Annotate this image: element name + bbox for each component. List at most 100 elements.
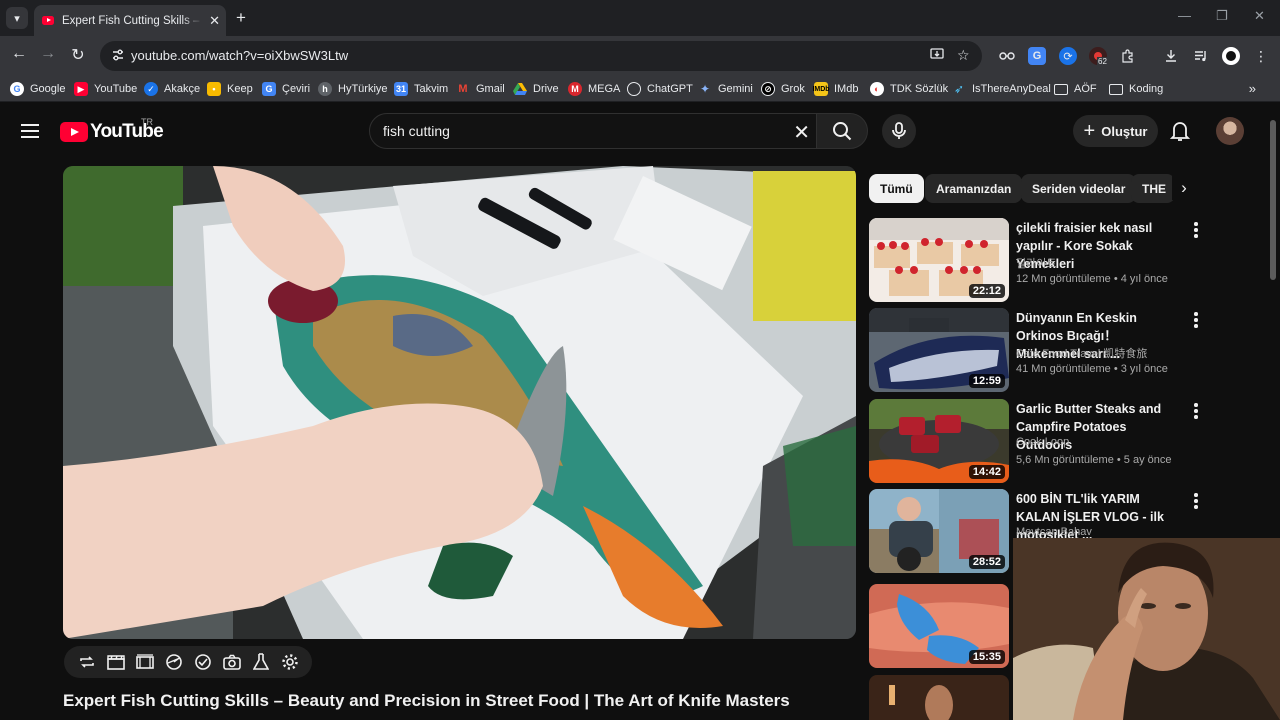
bookmark-hyturkiye[interactable]: h HyTürkiye [318, 81, 388, 97]
microphone-icon [892, 122, 906, 139]
bookmark-label: ChatGPT [647, 83, 693, 95]
bookmark-mega[interactable]: M MEGA [568, 81, 620, 97]
channel-name[interactable]: 딜라이트 [1016, 255, 1056, 271]
more-actions-icon[interactable] [1193, 312, 1199, 330]
speed-check-icon[interactable] [193, 652, 213, 672]
loop-icon[interactable] [77, 652, 97, 672]
folder-icon [1109, 83, 1123, 95]
profile-avatar-icon[interactable] [1222, 47, 1240, 65]
recommendation-item[interactable]: 12:59 Dünyanın En Keskin Orkinos Bıçağı！… [869, 308, 1199, 392]
bookmark-folder-aof[interactable]: AÖF [1054, 81, 1097, 97]
account-avatar[interactable] [1216, 117, 1244, 145]
more-actions-icon[interactable] [1193, 403, 1199, 421]
clapperboard-icon[interactable] [106, 652, 126, 672]
address-bar[interactable]: youtube.com/watch?v=oiXbwSW3Ltw ☆ [100, 41, 982, 71]
bookmark-drive[interactable]: Drive [513, 81, 559, 97]
extension-circle-icon[interactable]: ⟳ [1059, 47, 1077, 65]
bookmark-akakce[interactable]: ✓ Akakçe [144, 81, 200, 97]
bookmarks-bar: G Google ▶ YouTube ✓ Akakçe • Keep G Çeviri h… [0, 76, 1280, 102]
video-thumbnail[interactable]: 12:59 [869, 308, 1009, 392]
create-button[interactable]: + Oluştur [1073, 115, 1158, 147]
bookmark-imdb[interactable]: IMDb IMdb [812, 81, 858, 97]
chip-series-videos[interactable]: Seriden videolar [1021, 174, 1137, 203]
extension-badge-icon[interactable]: 62 [1089, 47, 1108, 66]
site-info-icon[interactable] [110, 48, 126, 64]
restore-icon[interactable]: ❐ [1216, 8, 1228, 24]
bookmark-gmail[interactable]: M Gmail [456, 81, 504, 97]
bookmark-grok[interactable]: ⊘ Grok [761, 81, 805, 97]
flask-icon[interactable] [251, 652, 271, 672]
speed-dial-icon[interactable] [164, 652, 184, 672]
video-player[interactable] [63, 166, 856, 639]
media-controls-icon[interactable] [1192, 47, 1210, 65]
youtube-logo[interactable]: YouTube TR [60, 117, 164, 142]
video-duration: 12:59 [968, 374, 1005, 388]
gmail-icon: M [458, 83, 468, 95]
video-thumbnail[interactable] [869, 675, 1009, 720]
chevron-right-icon[interactable]: › [1172, 176, 1196, 200]
video-duration: 22:12 [968, 284, 1005, 298]
pip-frame [1013, 538, 1280, 720]
guide-menu-icon[interactable] [21, 124, 39, 142]
film-strip-icon[interactable] [135, 652, 155, 672]
install-app-icon[interactable] [930, 47, 944, 64]
chip-from-search[interactable]: Aramanızdan [925, 174, 1023, 203]
bookmark-youtube[interactable]: ▶ YouTube [74, 81, 137, 97]
picture-in-picture-overlay[interactable] [1013, 538, 1280, 720]
browser-menu-icon[interactable]: ⋮ [1252, 47, 1270, 65]
bookmark-tdk[interactable]: ◐ TDK Sözlük [870, 81, 948, 97]
bookmark-gemini[interactable]: ✦ Gemini [698, 81, 753, 97]
video-thumbnail[interactable]: 15:35 [869, 584, 1009, 668]
channel-name[interactable]: Mevtcan Bahav [1016, 526, 1092, 538]
video-thumbnail[interactable]: 22:12 [869, 218, 1009, 302]
bookmark-folder-koding[interactable]: Koding [1109, 81, 1163, 97]
chip-partial[interactable]: THE [1131, 174, 1175, 203]
tab-search-button[interactable]: ▾ [6, 7, 28, 29]
bookmark-label: Google [30, 83, 66, 95]
back-button[interactable]: ← [8, 45, 30, 63]
more-actions-icon[interactable] [1193, 493, 1199, 511]
downloads-icon[interactable] [1162, 47, 1180, 65]
clear-search-icon[interactable]: ✕ [793, 120, 810, 145]
more-actions-icon[interactable] [1193, 222, 1199, 240]
checkmark-icon: ✓ [144, 82, 158, 96]
forward-button[interactable]: → [37, 45, 59, 63]
search-button[interactable] [816, 113, 868, 149]
close-window-icon[interactable]: ✕ [1254, 8, 1265, 24]
recommendation-item[interactable]: 14:42 Garlic Butter Steaks and Campfire … [869, 399, 1199, 483]
extension-glasses-icon[interactable] [998, 47, 1016, 65]
bookmarks-overflow-icon[interactable]: » [1249, 81, 1256, 96]
imdb-icon: IMDb [812, 82, 830, 96]
channel-name[interactable]: Cook Loop [1016, 436, 1069, 448]
bookmark-star-icon[interactable]: ☆ [957, 47, 970, 64]
video-thumbnail[interactable]: 28:52 [869, 489, 1009, 573]
minimize-icon[interactable]: — [1178, 8, 1191, 23]
search-input[interactable]: fish cutting ✕ [369, 113, 825, 149]
reload-button[interactable]: ↻ [67, 45, 89, 65]
browser-tab[interactable]: Expert Fish Cutting Skills – Beauty and … [34, 5, 226, 36]
bookmark-isthereanydeal[interactable]: ➶ IsThereAnyDeal [952, 81, 1051, 97]
bookmark-ceviri[interactable]: G Çeviri [262, 81, 310, 97]
recommendation-item[interactable]: 22:12 çilekli fraisier kek nasıl yapılır… [869, 218, 1199, 302]
new-tab-button[interactable]: + [236, 8, 246, 28]
bookmark-takvim[interactable]: 31 Takvim [394, 81, 448, 97]
voice-search-button[interactable] [882, 114, 916, 148]
translate-extension-icon[interactable]: G [1028, 47, 1046, 65]
chip-all[interactable]: Tümü [869, 174, 924, 203]
video-title: Expert Fish Cutting Skills – Beauty and … [63, 691, 790, 710]
screenshot-camera-icon[interactable] [222, 652, 242, 672]
bookmark-keep[interactable]: • Keep [207, 81, 253, 97]
notifications-bell-icon[interactable] [1169, 120, 1191, 147]
video-thumbnail[interactable]: 14:42 [869, 399, 1009, 483]
channel-name[interactable]: Cate Food Travel 凱特食旅 [1016, 345, 1147, 361]
page-scrollbar[interactable] [1270, 120, 1276, 280]
tdk-icon: ◐ [870, 82, 884, 96]
bookmark-label: Akakçe [164, 83, 201, 95]
drive-icon [513, 82, 527, 96]
settings-gear-icon[interactable] [280, 652, 300, 672]
bookmark-google[interactable]: G Google [10, 81, 65, 97]
close-tab-icon[interactable]: ✕ [209, 13, 220, 29]
folder-icon [1054, 83, 1068, 95]
extensions-puzzle-icon[interactable] [1119, 47, 1137, 65]
bookmark-chatgpt[interactable]: ChatGPT [627, 81, 693, 97]
